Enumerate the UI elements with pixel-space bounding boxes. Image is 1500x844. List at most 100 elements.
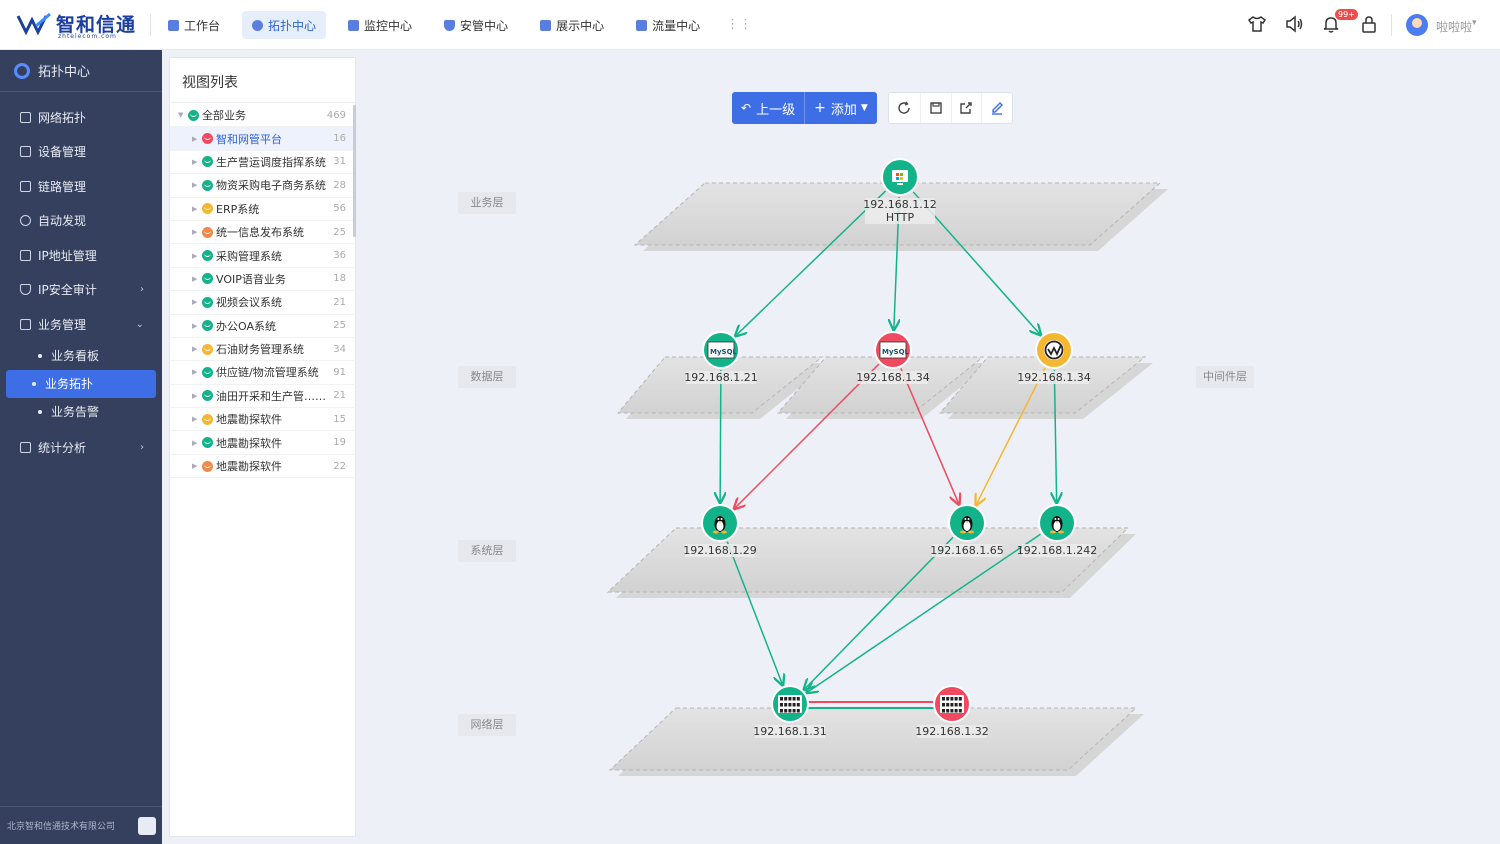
caret-right-icon[interactable]: ▶ [192, 298, 200, 306]
caret-down-icon[interactable]: ▾ [1472, 18, 1477, 28]
topology-link[interactable] [737, 190, 887, 335]
tree-item[interactable]: ▶ 智和网管平台 16 [170, 127, 354, 151]
topology-toolbar-primary: ↶ 上一级 + 添加 ▼ [732, 92, 877, 124]
tree-item[interactable]: ▶ 石油财务管理系统 34 [170, 338, 354, 362]
caret-right-icon[interactable]: ▶ [192, 462, 200, 470]
skin-icon[interactable] [1247, 14, 1267, 34]
caret-right-icon[interactable]: ▶ [192, 345, 200, 353]
sound-icon[interactable] [1284, 14, 1304, 34]
sidebar-item-device-management[interactable]: 设备管理 [0, 135, 162, 170]
topology-node-mysql2[interactable]: MySQL 192.168.1.34 [856, 331, 930, 384]
topology-node-http[interactable]: 192.168.1.12HTTP [863, 158, 937, 224]
sidebar-item-auto-discovery[interactable]: 自动发现 [0, 204, 162, 239]
sidebar-subitem-business-topology[interactable]: 业务拓扑 [6, 369, 156, 398]
nav-security[interactable]: 安管中心 [434, 11, 518, 39]
caret-right-icon[interactable]: ▶ [192, 228, 200, 236]
status-green-icon [202, 156, 213, 168]
tree-item[interactable]: ▶ 地震勘探软件 22 [170, 455, 354, 479]
status-red-icon [202, 133, 213, 145]
add-button[interactable]: + 添加 ▼ [804, 92, 877, 124]
logo[interactable]: 智和信通 zhtelecom.com [16, 10, 138, 40]
caret-right-icon[interactable]: ▶ [192, 415, 200, 423]
sidebar-subitem-business-alarm[interactable]: 业务告警 [6, 398, 156, 426]
tree-item[interactable]: ▶ ERP系统 56 [170, 198, 354, 221]
tree-item[interactable]: ▶ VOIP语音业务 18 [170, 268, 354, 292]
nav-workbench[interactable]: 工作台 [158, 11, 230, 39]
tree-item[interactable]: ▶ 视频会议系统 21 [170, 291, 354, 315]
node-label-bg [1019, 371, 1089, 384]
caret-right-icon[interactable]: ▶ [192, 368, 200, 376]
topology-link[interactable] [726, 541, 782, 684]
topology-link[interactable] [808, 533, 1041, 691]
nav-traffic[interactable]: 流量中心 [626, 11, 710, 39]
tree-item[interactable]: ▶ 统一信息发布系统 25 [170, 221, 354, 245]
back-button[interactable]: ↶ 上一级 [732, 92, 804, 124]
caret-right-icon[interactable]: ▶ [192, 439, 200, 447]
topology-link[interactable] [894, 196, 899, 328]
topology-node-os2[interactable]: 192.168.1.65 [930, 504, 1004, 557]
topology-link[interactable] [977, 367, 1046, 503]
caret-right-icon[interactable]: ▶ [192, 181, 200, 189]
tree-root[interactable]: ▼ 全部业务 469 [170, 104, 354, 128]
topology-node-mysql1[interactable]: MySQL 192.168.1.21 [684, 331, 758, 384]
topology-link[interactable] [720, 369, 721, 501]
topology-link[interactable] [805, 536, 954, 688]
topology-link[interactable] [912, 191, 1039, 334]
layer-plane [938, 356, 1147, 414]
topology-link[interactable] [900, 368, 958, 502]
apps-grid-icon[interactable]: ⋮⋮ [726, 18, 752, 31]
lock-icon[interactable] [1359, 14, 1379, 34]
status-green-icon [202, 390, 213, 402]
topology-node-sw1[interactable]: 192.168.1.31 [753, 685, 827, 738]
tree-item[interactable]: ▶ 采购管理系统 36 [170, 244, 354, 268]
edit-icon[interactable] [981, 93, 1012, 123]
notification-badge: 99+ [1335, 9, 1358, 20]
caret-right-icon[interactable]: ▶ [192, 275, 200, 283]
link-icon [20, 180, 31, 192]
tree-item[interactable]: ▶ 生产营运调度指挥系统 31 [170, 151, 354, 175]
nav-display[interactable]: 展示中心 [530, 11, 614, 39]
topology-link[interactable] [1054, 369, 1056, 501]
caret-down-icon[interactable]: ▼ [178, 111, 186, 119]
collapse-sidebar-button[interactable] [138, 817, 156, 835]
nav-monitor[interactable]: 监控中心 [338, 11, 422, 39]
avatar[interactable] [1406, 14, 1428, 36]
scrollbar[interactable] [353, 105, 356, 237]
caret-right-icon[interactable]: ▶ [192, 135, 200, 143]
back-icon: ↶ [741, 101, 752, 115]
sidebar-item-business-management[interactable]: 业务管理 ⌄ [0, 307, 162, 342]
nav-topology[interactable]: 拓扑中心 [242, 11, 327, 39]
save-icon[interactable] [919, 93, 951, 123]
chevron-right-icon: › [140, 284, 144, 296]
topology-link[interactable] [736, 363, 880, 507]
tree-item[interactable]: ▶ 物资采购电子商务系统 28 [170, 174, 354, 198]
tree-item[interactable]: ▶ 供应链/物流管理系统 91 [170, 361, 354, 385]
caret-right-icon[interactable]: ▶ [192, 252, 200, 260]
node-ring [933, 685, 971, 723]
sidebar-item-link-management[interactable]: 链路管理 [0, 169, 162, 204]
caret-right-icon[interactable]: ▶ [192, 158, 200, 166]
node-ring [874, 331, 912, 369]
topology-node-os1[interactable]: 192.168.1.29 [683, 504, 757, 557]
caret-right-icon[interactable]: ▶ [192, 205, 200, 213]
user-name[interactable]: 啦啦啦 [1436, 18, 1472, 35]
tree-label: 地震勘探软件 [216, 436, 282, 450]
tree-item[interactable]: ▶ 地震勘探软件 19 [170, 431, 354, 455]
caret-right-icon[interactable]: ▶ [192, 322, 200, 330]
topology-node-os3[interactable]: 192.168.1.242 [1017, 504, 1097, 557]
tree-item[interactable]: ▶ 办公OA系统 25 [170, 315, 354, 338]
tree-item[interactable]: ▶ 油田开采和生产管…… 21 [170, 385, 354, 409]
sidebar-item-ip-management[interactable]: IP地址管理 [0, 238, 162, 273]
export-icon[interactable] [950, 93, 982, 123]
view-list-panel: 视图列表 ▼ 全部业务 469 ▶ 智和网管平台 16 ▶ 生产营运调度指挥系统 31 ▶ 物… [169, 57, 356, 837]
node-label-bg [685, 544, 755, 557]
tree-item[interactable]: ▶ 地震勘探软件 15 [170, 408, 354, 432]
refresh-icon[interactable] [889, 93, 920, 123]
sidebar-item-ip-audit[interactable]: IP安全审计 › [0, 273, 162, 308]
sidebar-item-statistics[interactable]: 统计分析 › [0, 431, 162, 466]
topology-node-sw2[interactable]: 192.168.1.32 [915, 685, 989, 738]
sidebar-item-network-topology[interactable]: 网络拓扑 [0, 100, 162, 135]
sidebar-subitem-dashboard[interactable]: 业务看板 [6, 342, 156, 370]
topology-node-mw[interactable]: 192.168.1.34 [1017, 331, 1091, 384]
caret-right-icon[interactable]: ▶ [192, 392, 200, 400]
